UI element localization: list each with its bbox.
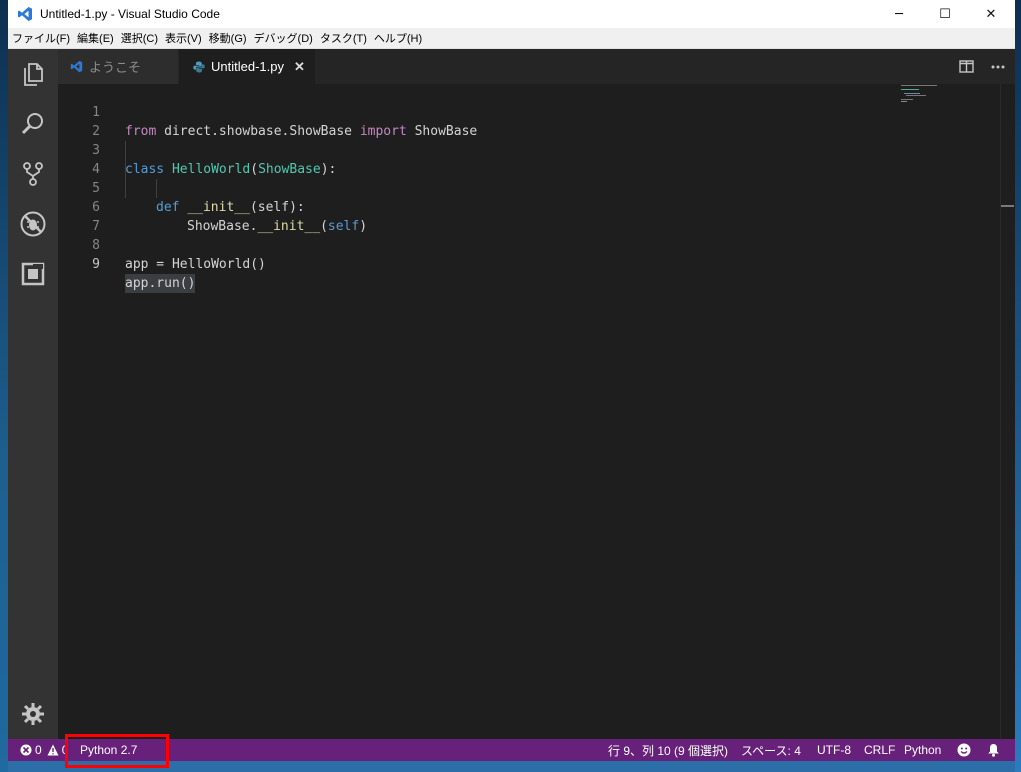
maximize-icon: ☐ bbox=[939, 6, 951, 22]
activity-bar bbox=[8, 49, 58, 739]
settings-button[interactable] bbox=[8, 689, 58, 739]
eol-label: CRLF bbox=[864, 743, 896, 757]
problems-indicator[interactable]: 0 0 bbox=[20, 739, 68, 761]
encoding-label: UTF-8 bbox=[817, 743, 851, 757]
split-editor-icon bbox=[958, 60, 974, 73]
source-control-button[interactable] bbox=[8, 149, 58, 199]
cursor-position-label: 行 9、列 10 (9 個選択) bbox=[608, 743, 729, 758]
code-line: 5 def __init__(self): bbox=[58, 160, 998, 215]
vscode-logo-icon bbox=[14, 3, 36, 25]
selected-code: app.run() bbox=[125, 274, 196, 293]
encoding-selector[interactable]: UTF-8 bbox=[817, 739, 851, 761]
indentation-label: スペース: 4 bbox=[741, 743, 801, 758]
code-line: 1 from direct.showbase.ShowBase import S… bbox=[58, 84, 998, 139]
vscode-logo-icon bbox=[70, 60, 83, 73]
error-icon bbox=[20, 744, 32, 756]
code-line: 6 ShowBase.__init__(self) bbox=[58, 179, 998, 234]
split-editor-button[interactable] bbox=[951, 49, 981, 84]
smiley-icon bbox=[957, 743, 971, 757]
code-token: app = HelloWorld() bbox=[125, 257, 266, 272]
search-button[interactable] bbox=[8, 99, 58, 149]
language-mode-label: Python bbox=[904, 743, 942, 757]
code-line: 4 bbox=[58, 141, 998, 177]
close-button[interactable]: ✕ bbox=[968, 0, 1014, 28]
desktop-background-right bbox=[1015, 0, 1021, 772]
search-icon bbox=[21, 113, 43, 135]
more-actions-button[interactable] bbox=[983, 49, 1013, 84]
line-number: 9 bbox=[92, 257, 100, 272]
minimize-icon: ─ bbox=[895, 6, 903, 22]
error-count: 0 bbox=[35, 743, 42, 757]
feedback-button[interactable] bbox=[957, 739, 971, 761]
editor-tab-bar: ようこそ Untitled-1.py ✕ bbox=[58, 49, 1015, 84]
menu-bar: ファイル(F) 編集(E) 選択(C) 表示(V) 移動(G) デバッグ(D) … bbox=[8, 28, 1015, 49]
debug-button[interactable] bbox=[8, 199, 58, 249]
python-file-icon bbox=[193, 61, 205, 73]
notifications-button[interactable] bbox=[987, 739, 1000, 761]
window-title: Untitled-1.py - Visual Studio Code bbox=[40, 7, 220, 21]
gear-icon bbox=[22, 703, 44, 725]
tab-close-icon[interactable]: ✕ bbox=[294, 59, 305, 75]
menu-view[interactable]: 表示(V) bbox=[164, 30, 208, 46]
vscode-window: Untitled-1.py - Visual Studio Code ─ ☐ ✕… bbox=[8, 0, 1015, 772]
vertical-scrollbar[interactable] bbox=[1000, 84, 1015, 739]
menu-help[interactable]: ヘルプ(H) bbox=[373, 30, 428, 46]
code-editor[interactable]: 1 from direct.showbase.ShowBase import S… bbox=[58, 84, 1015, 739]
eol-selector[interactable]: CRLF bbox=[864, 739, 895, 761]
extensions-button[interactable] bbox=[8, 249, 58, 299]
menu-tasks[interactable]: タスク(T) bbox=[319, 30, 373, 46]
bell-icon bbox=[988, 744, 999, 757]
indentation-selector[interactable]: スペース: 4 bbox=[741, 739, 801, 761]
code-line-current: 9 app.run() bbox=[58, 236, 998, 293]
source-control-icon bbox=[23, 162, 43, 186]
code-line: 8 app = HelloWorld() bbox=[58, 217, 998, 272]
tab-untitled-1[interactable]: Untitled-1.py ✕ bbox=[179, 49, 315, 84]
title-bar: Untitled-1.py - Visual Studio Code ─ ☐ ✕ bbox=[8, 0, 1015, 28]
minimize-button[interactable]: ─ bbox=[876, 0, 922, 28]
minimap[interactable] bbox=[900, 84, 950, 124]
menu-go[interactable]: 移動(G) bbox=[208, 30, 253, 46]
menu-edit[interactable]: 編集(E) bbox=[76, 30, 120, 46]
close-icon: ✕ bbox=[985, 6, 997, 22]
explorer-button[interactable] bbox=[8, 49, 58, 99]
annotation-highlight-box bbox=[65, 734, 169, 768]
debug-icon bbox=[20, 211, 46, 237]
more-icon bbox=[991, 65, 1005, 68]
cursor-position[interactable]: 行 9、列 10 (9 個選択) bbox=[608, 739, 728, 761]
scrollbar-cursor-marker bbox=[1001, 205, 1014, 207]
menu-debug[interactable]: デバッグ(D) bbox=[253, 30, 319, 46]
language-mode-selector[interactable]: Python bbox=[904, 739, 941, 761]
menu-file[interactable]: ファイル(F) bbox=[11, 30, 76, 46]
warning-icon bbox=[47, 744, 59, 756]
code-line: 3 class HelloWorld(ShowBase): bbox=[58, 122, 998, 177]
tab-untitled-1-label: Untitled-1.py bbox=[211, 59, 284, 74]
extensions-icon bbox=[21, 262, 45, 286]
files-icon bbox=[24, 63, 43, 86]
menu-selection[interactable]: 選択(C) bbox=[120, 30, 164, 46]
code-line: 2 bbox=[58, 103, 998, 139]
maximize-button[interactable]: ☐ bbox=[922, 0, 968, 28]
code-line: 7 bbox=[58, 198, 998, 234]
tab-welcome-label: ようこそ bbox=[89, 60, 142, 75]
tab-welcome[interactable]: ようこそ bbox=[58, 49, 178, 84]
desktop-background-left bbox=[0, 0, 8, 772]
